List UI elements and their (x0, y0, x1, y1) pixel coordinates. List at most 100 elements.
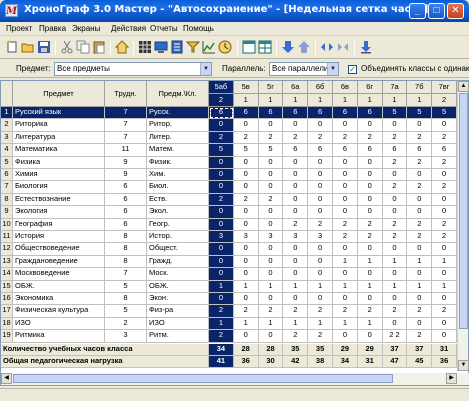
scroll-right-icon[interactable]: ▶ (446, 373, 457, 384)
menu-edit[interactable]: Правка (39, 24, 66, 33)
hours-value-cell[interactable]: 0 (258, 169, 284, 182)
chevron-down-icon[interactable]: ▼ (200, 63, 211, 75)
hours-value-cell[interactable]: 0 (209, 206, 234, 219)
hours-value-cell[interactable]: 0 (258, 119, 284, 132)
hours-value-cell[interactable]: 0 (382, 317, 408, 331)
hours-cell[interactable]: 7 (105, 119, 147, 132)
hours-value-cell[interactable]: 2 (333, 231, 358, 244)
hours-value-cell[interactable]: 0 (258, 243, 284, 256)
hours-value-cell[interactable]: 2 (407, 305, 433, 318)
open-folder-icon[interactable] (21, 40, 35, 54)
hours-value-cell[interactable]: 6 (357, 107, 383, 120)
arrow-down-icon[interactable] (281, 40, 295, 54)
short-name-cell[interactable]: Литер. (147, 131, 209, 145)
hours-value-cell[interactable]: 0 (308, 193, 333, 207)
hours-value-cell[interactable]: 2 (209, 305, 234, 318)
short-name-cell[interactable]: Биол. (147, 181, 209, 194)
subject-cell[interactable]: Экономика (13, 293, 105, 306)
grid-icon[interactable] (138, 40, 152, 54)
hours-cell[interactable]: 6 (105, 206, 147, 219)
home-icon[interactable] (115, 40, 129, 54)
hours-value-cell[interactable]: 0 (333, 243, 358, 256)
hours-cell[interactable]: 7 (105, 268, 147, 281)
class-groups-7а[interactable]: 1 (382, 94, 408, 107)
window-icon[interactable] (242, 40, 256, 54)
subject-cell[interactable]: Естествознание (13, 193, 105, 207)
hours-value-cell[interactable]: 0 (209, 119, 234, 132)
hours-value-cell[interactable]: 0 (233, 255, 259, 269)
hours-value-cell[interactable]: 0 (333, 293, 358, 306)
hours-value-cell[interactable]: 2 (308, 305, 333, 318)
subject-cell[interactable]: Экология (13, 206, 105, 219)
hours-value-cell[interactable]: 0 (407, 317, 433, 331)
hours-cell[interactable]: 8 (105, 231, 147, 244)
hours-value-cell[interactable]: 0 (283, 206, 309, 219)
hours-value-cell[interactable]: 2 (407, 131, 433, 145)
hours-value-cell[interactable]: 2 (382, 305, 408, 318)
hours-value-cell[interactable]: 0 (283, 268, 309, 281)
hours-value-cell[interactable]: 0 (333, 268, 358, 281)
combine-classes-checkbox[interactable]: ✓ (348, 65, 357, 74)
hours-grid[interactable]: Предмет Трудн. Предм.\Кл. 5аб 2 5в 1 5г 1 6а 1 6б 1 6… (0, 80, 469, 386)
hours-value-cell[interactable]: 2 (432, 218, 457, 231)
class-header-5аб[interactable]: 5аб (209, 81, 234, 94)
hours-value-cell[interactable]: 2 (283, 131, 309, 145)
hours-value-cell[interactable]: 0 (357, 193, 383, 207)
hours-value-cell[interactable]: 2 (432, 156, 457, 169)
hours-value-cell[interactable]: 6 (432, 144, 457, 157)
hours-value-cell[interactable]: 0 (283, 243, 309, 256)
hours-value-cell[interactable]: 0 (333, 156, 358, 169)
scroll-down-icon[interactable]: ▼ (458, 360, 469, 371)
hours-value-cell[interactable]: 0 (333, 169, 358, 182)
hours-value-cell[interactable]: 0 (233, 169, 259, 182)
hours-value-cell[interactable]: 0 (357, 243, 383, 256)
hours-value-cell[interactable]: 0 (209, 156, 234, 169)
hours-value-cell[interactable]: 2 (382, 156, 408, 169)
hours-cell[interactable]: 8 (105, 243, 147, 256)
hours-value-cell[interactable]: 6 (333, 107, 358, 120)
hours-value-cell[interactable]: 1 (308, 317, 333, 331)
hours-value-cell[interactable]: 0 (209, 268, 234, 281)
class-header-7б[interactable]: 7б (407, 81, 433, 94)
hours-value-cell[interactable]: 0 (382, 193, 408, 207)
hours-value-cell[interactable]: 6 (283, 144, 309, 157)
hours-value-cell[interactable]: 0 (233, 206, 259, 219)
short-name-cell[interactable]: Моск. (147, 268, 209, 281)
class-groups-6г[interactable]: 1 (357, 94, 383, 107)
hours-value-cell[interactable]: 1 (283, 317, 309, 331)
hours-value-cell[interactable]: 2 (407, 156, 433, 169)
hours-value-cell[interactable]: 0 (333, 193, 358, 207)
table-icon[interactable] (258, 40, 272, 54)
short-name-cell[interactable]: Геогр. (147, 218, 209, 231)
hours-cell[interactable]: 8 (105, 255, 147, 269)
hours-value-cell[interactable]: 0 (258, 218, 284, 231)
short-name-cell[interactable]: Экон. (147, 293, 209, 306)
hours-cell[interactable]: 11 (105, 144, 147, 157)
hours-value-cell[interactable]: 1 (209, 280, 234, 293)
hours-value-cell[interactable]: 0 (283, 255, 309, 269)
hours-cell[interactable]: 8 (105, 293, 147, 306)
class-header-6а[interactable]: 6а (283, 81, 309, 94)
hours-value-cell[interactable]: 0 (308, 169, 333, 182)
class-groups-6а[interactable]: 1 (283, 94, 309, 107)
menu-actions[interactable]: Действия (111, 24, 146, 33)
menu-project[interactable]: Проект (6, 24, 32, 33)
class-header-6в[interactable]: 6в (333, 81, 358, 94)
cut-icon[interactable] (60, 40, 74, 54)
parallel-select[interactable]: Все параллели ▼ (269, 62, 339, 76)
hours-value-cell[interactable]: 6 (308, 144, 333, 157)
document-icon[interactable] (170, 40, 184, 54)
hours-value-cell[interactable]: 0 (432, 119, 457, 132)
hours-value-cell[interactable]: 1 (233, 317, 259, 331)
subject-select[interactable]: Все предметы ▼ (54, 62, 212, 76)
hours-value-cell[interactable]: 0 (308, 255, 333, 269)
hours-value-cell[interactable]: 0 (233, 243, 259, 256)
hours-value-cell[interactable]: 2 (407, 181, 433, 194)
hours-value-cell[interactable]: 2 (209, 330, 234, 343)
hours-value-cell[interactable]: 0 (308, 181, 333, 194)
hours-value-cell[interactable]: 2 (283, 305, 309, 318)
hours-value-cell[interactable]: 6 (209, 107, 234, 120)
hours-value-cell[interactable]: 2 (283, 218, 309, 231)
hours-value-cell[interactable]: 1 (209, 317, 234, 331)
hours-value-cell[interactable]: 0 (308, 156, 333, 169)
